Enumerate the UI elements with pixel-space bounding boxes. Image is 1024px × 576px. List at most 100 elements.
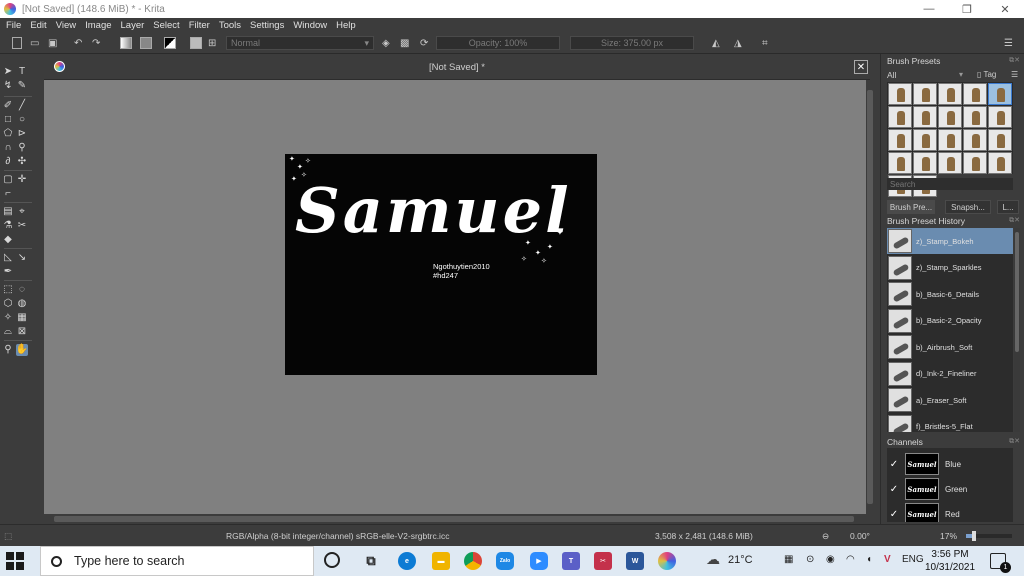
brush-preset-thumbnail[interactable]: [913, 152, 937, 174]
zoom-tool-icon[interactable]: ⚲: [2, 344, 14, 356]
brush-preset-thumbnail[interactable]: [963, 152, 987, 174]
system-clock[interactable]: 3:56 PM 10/31/2021: [920, 548, 980, 574]
preset-history-item[interactable]: z)_Stamp_Bokeh: [887, 228, 1013, 254]
channel-visibility-checkbox[interactable]: ✓: [887, 509, 901, 520]
history-scrollbar[interactable]: [1014, 228, 1020, 432]
preset-search-input[interactable]: Search: [887, 178, 1013, 190]
colorize-mask-tool-icon[interactable]: ⚗: [2, 220, 14, 232]
brush-preset-thumbnail[interactable]: [988, 83, 1012, 105]
brush-preset-thumbnail[interactable]: [938, 106, 962, 128]
history-scroll-thumb[interactable]: [1015, 232, 1019, 352]
reference-images-tool-icon[interactable]: ✒: [2, 266, 14, 278]
brush-preset-thumbnail[interactable]: [963, 83, 987, 105]
menu-select[interactable]: Select: [153, 20, 179, 31]
blend-mode-select[interactable]: Normal ▾: [226, 36, 374, 50]
tab-brush-presets[interactable]: Brush Pre...: [887, 200, 935, 214]
brush-preset-thumbnail[interactable]: [888, 83, 912, 105]
open-folder-icon[interactable]: ▭: [30, 36, 39, 50]
brush-preset-thumbnail[interactable]: [988, 129, 1012, 151]
mirror-vertical-icon[interactable]: ◮: [734, 36, 742, 50]
menu-edit[interactable]: Edit: [30, 20, 46, 31]
edit-shapes-tool-icon[interactable]: ↯: [2, 80, 14, 92]
brush-preset-thumbnail[interactable]: [888, 129, 912, 151]
hamburger-menu-icon[interactable]: ☰: [1004, 36, 1013, 50]
size-slider[interactable]: Size: 375.00 px: [570, 36, 694, 50]
color-picker-tool-icon[interactable]: ⌖: [16, 206, 28, 218]
brush-preset-thumbnail[interactable]: [888, 152, 912, 174]
assistant-tool-icon[interactable]: ◺: [2, 252, 14, 264]
freehand-brush-tool-icon[interactable]: ✐: [2, 100, 14, 112]
rectangle-tool-icon[interactable]: □: [2, 114, 14, 126]
preset-history-item[interactable]: a)_Eraser_Soft: [887, 387, 1013, 413]
brush-preset-thumbnail[interactable]: [938, 152, 962, 174]
menu-settings[interactable]: Settings: [250, 20, 284, 31]
polygon-tool-icon[interactable]: ⬠: [2, 128, 14, 140]
preserve-alpha-icon[interactable]: ▩: [400, 36, 409, 50]
tab-layers[interactable]: L...: [997, 200, 1019, 214]
eraser-mode-icon[interactable]: ◈: [382, 36, 390, 50]
preset-history-item[interactable]: z)_Stamp_Sparkles: [887, 255, 1013, 281]
brush-preset-thumbnail[interactable]: [938, 83, 962, 105]
calligraphy-tool-icon[interactable]: ✎: [16, 80, 28, 92]
reload-preset-icon[interactable]: ⟳: [420, 36, 428, 50]
channel-visibility-checkbox[interactable]: ✓: [887, 459, 901, 470]
mirror-horizontal-icon[interactable]: ◭: [712, 36, 720, 50]
docker-float-close-icon[interactable]: ⧉✕: [1009, 56, 1020, 65]
tab-snapshot[interactable]: Snapsh...: [945, 200, 991, 214]
selection-status-icon[interactable]: ⬚: [4, 531, 12, 542]
windows-start-icon[interactable]: [6, 552, 24, 570]
menu-image[interactable]: Image: [85, 20, 111, 31]
undo-icon[interactable]: ↶: [74, 36, 82, 50]
brush-preset-thumbnail[interactable]: [888, 106, 912, 128]
cortana-icon[interactable]: [324, 552, 340, 568]
menu-layer[interactable]: Layer: [121, 20, 145, 31]
redo-icon[interactable]: ↷: [92, 36, 100, 50]
zoom-slider-handle[interactable]: [971, 531, 976, 541]
magnetic-select-tool-icon[interactable]: ⊠: [16, 326, 28, 338]
close-document-icon[interactable]: ✕: [854, 60, 868, 74]
brush-preset-thumbnail[interactable]: [913, 106, 937, 128]
preset-view-menu-icon[interactable]: ☰: [1011, 70, 1018, 79]
pan-tool-icon[interactable]: ✋: [16, 344, 28, 356]
contiguous-select-tool-icon[interactable]: ✧: [2, 312, 14, 324]
maximize-button[interactable]: ❐: [948, 0, 986, 18]
wifi-icon[interactable]: ◠: [846, 554, 855, 565]
menu-file[interactable]: File: [6, 20, 21, 31]
vertical-scrollbar[interactable]: [866, 80, 874, 514]
save-icon[interactable]: ▣: [48, 36, 57, 50]
brush-preset-thumbnail[interactable]: [913, 129, 937, 151]
file-explorer-icon[interactable]: ▬: [432, 552, 450, 570]
crop-tool-icon[interactable]: ⌐: [2, 188, 14, 200]
gradient-selector-icon[interactable]: [120, 36, 132, 50]
similar-select-tool-icon[interactable]: ▦: [16, 312, 28, 324]
brush-preset-thumbnail[interactable]: [988, 106, 1012, 128]
docker-float-close-icon[interactable]: ⧉✕: [1009, 216, 1020, 225]
brush-preset-thumbnail[interactable]: [963, 129, 987, 151]
wrap-around-icon[interactable]: ⌗: [762, 36, 768, 50]
channel-item[interactable]: ✓ Samuel Blue: [887, 452, 1013, 476]
word-app-icon[interactable]: W: [626, 552, 644, 570]
fg-bg-color-icon[interactable]: [164, 36, 176, 50]
preset-history-item[interactable]: b)_Airbrush_Soft: [887, 334, 1013, 360]
zoom-app-icon[interactable]: ▶: [530, 552, 548, 570]
multibrush-tool-icon[interactable]: ✣: [16, 156, 28, 168]
vivaldi-tray-icon[interactable]: V: [884, 554, 891, 565]
brush-preset-icon[interactable]: [190, 36, 202, 50]
rotation-value[interactable]: 0.00°: [850, 531, 870, 541]
edge-browser-icon[interactable]: e: [398, 552, 416, 570]
zalo-app-icon[interactable]: Zalo: [496, 552, 514, 570]
channel-item[interactable]: ✓ Samuel Red: [887, 502, 1013, 522]
gradient-tool-icon[interactable]: ▤: [2, 206, 14, 218]
channel-visibility-checkbox[interactable]: ✓: [887, 484, 901, 495]
polygon-select-tool-icon[interactable]: ⬡: [2, 298, 14, 310]
document-tab[interactable]: [Not Saved] * ✕: [44, 56, 870, 80]
select-shapes-tool-icon[interactable]: ➤: [2, 66, 14, 78]
brush-settings-icon[interactable]: ⊞: [208, 36, 216, 50]
vertical-scroll-thumb[interactable]: [867, 90, 873, 504]
preset-history-item[interactable]: f)_Bristles-5_Flat: [887, 414, 1013, 432]
volume-icon[interactable]: ◖: [866, 554, 872, 565]
snip-tool-icon[interactable]: ✂: [594, 552, 612, 570]
horizontal-scrollbar[interactable]: [44, 514, 866, 524]
horizontal-scroll-thumb[interactable]: [54, 516, 854, 522]
teams-app-icon[interactable]: T: [562, 552, 580, 570]
